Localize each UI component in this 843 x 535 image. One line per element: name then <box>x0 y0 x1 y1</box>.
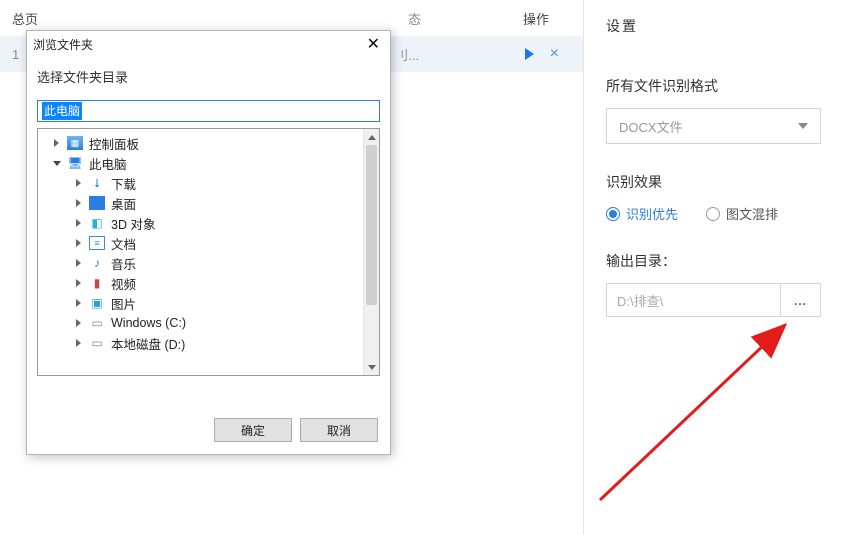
ellipsis-icon: … <box>794 293 808 308</box>
settings-title: 设置 <box>606 16 821 36</box>
ok-button-label: 确定 <box>241 422 265 439</box>
tree-item-label: 图片 <box>111 294 136 313</box>
folder-path-value: 此电脑 <box>42 102 82 120</box>
col-total: 总页 <box>12 9 38 28</box>
expand-icon[interactable] <box>74 339 83 347</box>
expand-icon[interactable] <box>74 299 83 307</box>
cancel-button[interactable]: 取消 <box>300 418 378 442</box>
tree-item-label: 下载 <box>111 174 136 193</box>
tree-item-videos[interactable]: ▮ 视频 <box>38 273 379 293</box>
desktop-icon <box>89 196 105 210</box>
folder-path-input[interactable]: 此电脑 <box>37 100 380 122</box>
tree-item-label: 音乐 <box>111 254 136 273</box>
radio-icon <box>706 207 720 221</box>
format-select[interactable]: DOCX文件 <box>606 108 821 144</box>
tree-item-label: 本地磁盘 (D:) <box>111 334 185 353</box>
collapse-icon[interactable] <box>52 161 61 166</box>
tree-item-music[interactable]: ♪ 音乐 <box>38 253 379 273</box>
tree-item-pictures[interactable]: ▣ 图片 <box>38 293 379 313</box>
video-icon: ▮ <box>89 276 105 290</box>
tree-item-label: 此电脑 <box>89 154 127 173</box>
document-icon: ≡ <box>89 236 105 250</box>
cube-icon: ◧ <box>89 216 105 230</box>
format-label: 所有文件识别格式 <box>606 76 821 96</box>
browse-folder-dialog: 浏览文件夹 ✕ 选择文件夹目录 此电脑 ▦ 控制面板 🖥 此电脑 ⭣ 下载 <box>26 30 391 455</box>
tree-scrollbar[interactable] <box>363 129 379 375</box>
radio-recognition-priority[interactable]: 识别优先 <box>606 204 678 223</box>
col-operation: 操作 <box>523 9 571 28</box>
expand-icon[interactable] <box>74 239 83 247</box>
play-icon[interactable] <box>525 48 534 60</box>
tree-item-downloads[interactable]: ⭣ 下载 <box>38 173 379 193</box>
tree-item-this-pc[interactable]: 🖥 此电脑 <box>38 153 379 173</box>
effect-label: 识别效果 <box>606 172 821 192</box>
ok-button[interactable]: 确定 <box>214 418 292 442</box>
radio-label: 图文混排 <box>726 204 778 223</box>
output-dir-value: D:\排查\ <box>617 291 663 310</box>
tree-item-label: 3D 对象 <box>111 214 155 233</box>
radio-image-text-mix[interactable]: 图文混排 <box>706 204 778 223</box>
close-icon[interactable]: ✕ <box>363 34 384 54</box>
tree-item-control-panel[interactable]: ▦ 控制面板 <box>38 133 379 153</box>
browse-output-button[interactable]: … <box>781 283 821 317</box>
expand-icon[interactable] <box>74 279 83 287</box>
scroll-up-icon[interactable] <box>364 129 379 145</box>
expand-icon[interactable] <box>74 319 83 327</box>
format-value: DOCX文件 <box>619 117 683 136</box>
dialog-title-text: 浏览文件夹 <box>33 36 93 53</box>
expand-icon[interactable] <box>74 179 83 187</box>
settings-panel: 设置 所有文件识别格式 DOCX文件 识别效果 识别优先 图文混排 输出目录： … <box>583 0 843 535</box>
row-index: 1 <box>12 47 19 62</box>
tree-item-label: 文档 <box>111 234 136 253</box>
scroll-down-icon[interactable] <box>364 359 379 375</box>
expand-icon[interactable] <box>74 199 83 207</box>
dialog-footer: 确定 取消 <box>27 406 390 454</box>
delete-icon[interactable]: × <box>550 46 559 62</box>
tree-item-documents[interactable]: ≡ 文档 <box>38 233 379 253</box>
radio-icon <box>606 207 620 221</box>
output-dir-input[interactable]: D:\排查\ <box>606 283 781 317</box>
drive-icon: ▭ <box>89 316 105 330</box>
output-dir-label: 输出目录： <box>606 251 821 271</box>
cancel-button-label: 取消 <box>327 422 351 439</box>
chevron-down-icon <box>798 123 808 129</box>
folder-tree: ▦ 控制面板 🖥 此电脑 ⭣ 下载 桌面 ◧ 3D 对象 <box>37 128 380 376</box>
col-state: 态 <box>408 9 421 28</box>
dialog-subtitle: 选择文件夹目录 <box>27 57 390 100</box>
tree-item-3d-objects[interactable]: ◧ 3D 对象 <box>38 213 379 233</box>
tree-item-desktop[interactable]: 桌面 <box>38 193 379 213</box>
control-panel-icon: ▦ <box>67 136 83 150</box>
download-icon: ⭣ <box>89 176 105 190</box>
tree-item-label: 桌面 <box>111 194 136 213</box>
expand-icon[interactable] <box>74 219 83 227</box>
tree-item-label: Windows (C:) <box>111 316 186 330</box>
expand-icon[interactable] <box>52 139 61 147</box>
scrollbar-thumb[interactable] <box>366 145 377 305</box>
tree-item-label: 控制面板 <box>89 134 139 153</box>
music-icon: ♪ <box>89 256 105 270</box>
expand-icon[interactable] <box>74 259 83 267</box>
radio-label: 识别优先 <box>626 204 678 223</box>
tree-item-label: 视频 <box>111 274 136 293</box>
pc-icon: 🖥 <box>67 156 83 170</box>
drive-icon: ▭ <box>89 336 105 350</box>
dialog-titlebar: 浏览文件夹 ✕ <box>27 31 390 57</box>
picture-icon: ▣ <box>89 296 105 310</box>
tree-item-drive-c[interactable]: ▭ Windows (C:) <box>38 313 379 333</box>
row-state-ellipsis: 刂... <box>395 45 419 64</box>
tree-item-drive-d[interactable]: ▭ 本地磁盘 (D:) <box>38 333 379 353</box>
